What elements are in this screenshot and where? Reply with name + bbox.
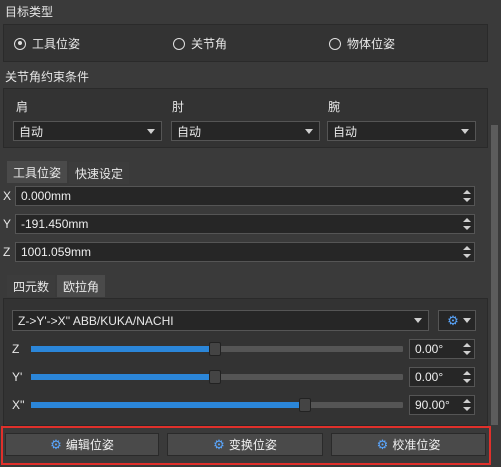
select-value: 自动 xyxy=(19,124,44,139)
radio-label: 关节角 xyxy=(191,37,228,51)
field-value: 0.00° xyxy=(415,370,444,384)
field-value: 1001.059mm xyxy=(21,245,92,259)
field-value: 0.00° xyxy=(415,342,444,356)
slider-label-x: X'' xyxy=(12,398,25,412)
euler-convention-select[interactable]: Z->Y'->X'' ABB/KUKA/NACHI xyxy=(12,310,429,331)
chevron-down-icon xyxy=(463,318,471,323)
slider-fill xyxy=(31,346,217,352)
gear-icon: ⚙ xyxy=(213,436,225,452)
button-label: 校准位姿 xyxy=(392,438,441,452)
target-type-title: 目标类型 xyxy=(5,5,54,19)
radio-checked-icon xyxy=(14,37,26,50)
slider-y-value-field[interactable]: 0.00° xyxy=(409,367,475,387)
select-value: Z->Y'->X'' ABB/KUKA/NACHI xyxy=(18,313,174,328)
radio-unchecked-icon xyxy=(173,37,185,50)
axis-label-y: Y xyxy=(3,217,12,231)
spinner-arrows-icon[interactable] xyxy=(462,216,472,232)
radio-label: 物体位姿 xyxy=(347,37,396,51)
gear-icon: ⚙ xyxy=(447,312,459,328)
position-x-field[interactable]: 0.000mm xyxy=(15,186,475,206)
shoulder-select[interactable]: 自动 xyxy=(13,121,162,141)
axis-label-z: Z xyxy=(3,245,11,259)
slider-fill xyxy=(31,374,217,380)
slider-z-value-field[interactable]: 0.00° xyxy=(409,339,475,359)
elbow-label: 肘 xyxy=(172,100,185,114)
position-z-field[interactable]: 1001.059mm xyxy=(15,242,475,262)
slider-x-handle[interactable] xyxy=(299,398,311,412)
wrist-select[interactable]: 自动 xyxy=(327,121,476,141)
tab-tool-pose[interactable]: 工具位姿 xyxy=(7,161,67,183)
spinner-arrows-icon[interactable] xyxy=(462,397,472,413)
button-label: 编辑位姿 xyxy=(65,438,114,452)
slider-x-track[interactable] xyxy=(31,402,403,408)
radio-object-pose[interactable]: 物体位姿 xyxy=(329,35,395,52)
shoulder-label: 肩 xyxy=(16,100,29,114)
slider-y-handle[interactable] xyxy=(209,370,221,384)
select-value: 自动 xyxy=(333,124,358,139)
button-label: 变换位姿 xyxy=(228,438,277,452)
spinner-arrows-icon[interactable] xyxy=(462,244,472,260)
radio-unchecked-icon xyxy=(329,37,341,50)
position-y-field[interactable]: -191.450mm xyxy=(15,214,475,234)
select-value: 自动 xyxy=(177,124,202,139)
tab-euler[interactable]: 欧拉角 xyxy=(57,275,105,297)
axis-label-x: X xyxy=(3,189,12,203)
field-value: 0.000mm xyxy=(21,189,72,203)
radio-label: 工具位姿 xyxy=(32,37,81,51)
radio-tool-pose[interactable]: 工具位姿 xyxy=(14,35,80,52)
tab-quick-set[interactable]: 快速设定 xyxy=(69,162,129,184)
field-value: 90.00° xyxy=(415,398,450,412)
slider-x-value-field[interactable]: 90.00° xyxy=(409,395,475,415)
chevron-down-icon xyxy=(305,129,313,134)
chevron-down-icon xyxy=(147,129,155,134)
field-value: -191.450mm xyxy=(21,217,89,231)
spinner-arrows-icon[interactable] xyxy=(462,369,472,385)
transform-pose-button[interactable]: ⚙ 变换位姿 xyxy=(167,433,323,456)
spinner-arrows-icon[interactable] xyxy=(462,341,472,357)
slider-label-z: Z xyxy=(12,342,20,356)
wrist-label: 腕 xyxy=(328,100,341,114)
gear-icon: ⚙ xyxy=(376,436,389,452)
elbow-select[interactable]: 自动 xyxy=(171,121,320,141)
radio-joint-angle[interactable]: 关节角 xyxy=(173,35,227,52)
slider-label-y: Y' xyxy=(12,370,23,384)
calibrate-pose-button[interactable]: ⚙ 校准位姿 xyxy=(331,433,486,456)
chevron-down-icon xyxy=(414,318,422,323)
euler-settings-button[interactable]: ⚙ xyxy=(438,310,476,331)
tab-quaternion[interactable]: 四元数 xyxy=(7,275,55,297)
joint-constraint-title: 关节角约束条件 xyxy=(5,70,90,84)
edit-pose-button[interactable]: ⚙ 编辑位姿 xyxy=(5,433,159,456)
gear-icon: ⚙ xyxy=(50,436,62,452)
spinner-arrows-icon[interactable] xyxy=(462,188,472,204)
slider-fill xyxy=(31,402,310,408)
chevron-down-icon xyxy=(461,129,469,134)
vertical-scrollbar[interactable] xyxy=(491,125,498,425)
slider-z-handle[interactable] xyxy=(209,342,221,356)
